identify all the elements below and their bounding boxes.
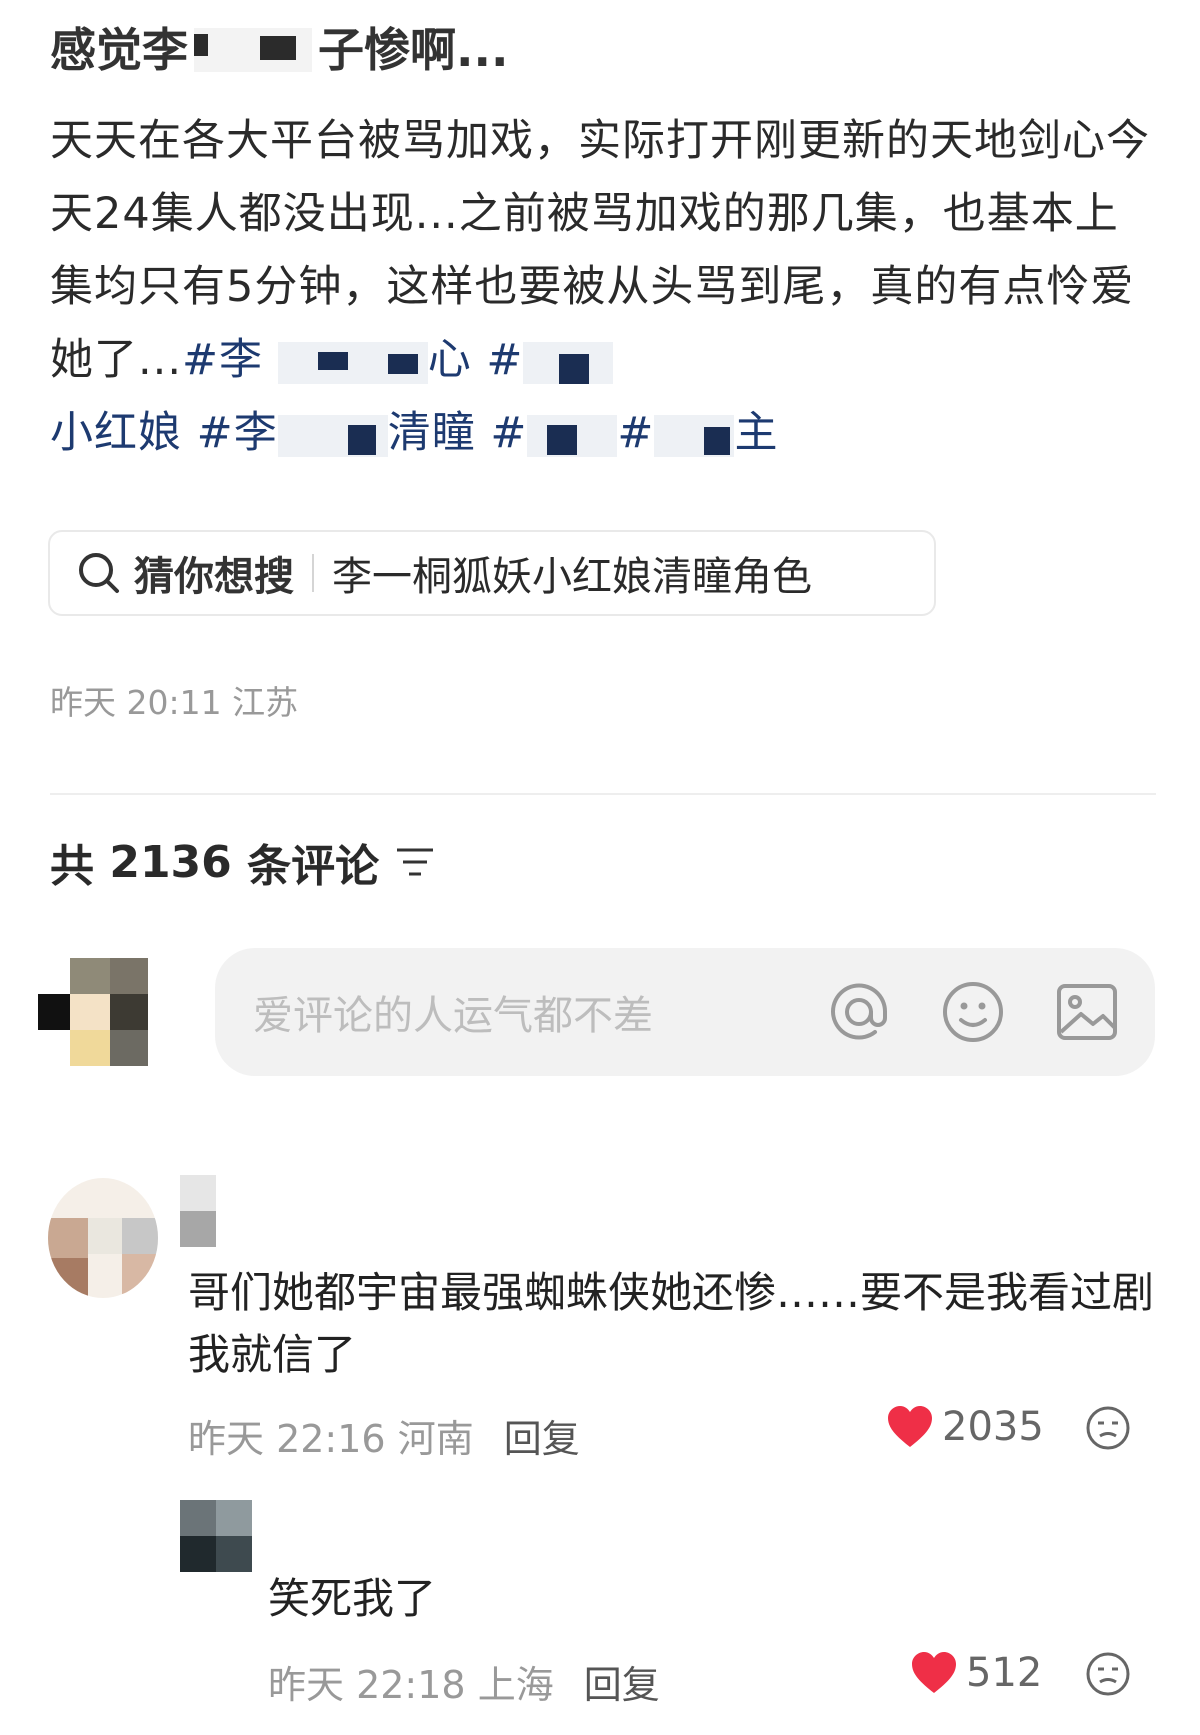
post-location: 江苏 [232, 683, 299, 722]
hashtag[interactable]: # [486, 335, 523, 385]
sort-icon[interactable] [395, 844, 435, 880]
search-divider [312, 554, 314, 592]
hashtag[interactable]: # [490, 408, 527, 458]
hashtag[interactable]: 心 [428, 335, 472, 385]
comment-text: 哥们她都宇宙最强蜘蛛侠她还惨……要不是我看过剧我就信了 [188, 1268, 1155, 1379]
hashtag[interactable]: #李 [197, 408, 278, 458]
reply-avatar[interactable] [180, 1500, 252, 1572]
post-title-left: 感觉李 [50, 23, 188, 77]
comment-avatar[interactable] [48, 1178, 158, 1298]
search-icon [79, 553, 119, 593]
reply-text: 笑死我了 [268, 1574, 437, 1623]
like-count: 2035 [942, 1404, 1044, 1450]
post-time: 昨天 20:11 [50, 683, 222, 722]
post-title: 感觉李 子惨啊... [50, 14, 508, 86]
comment-location: 河南 [397, 1417, 474, 1461]
comment-time: 昨天 22:16 [188, 1417, 386, 1461]
comments-header: 共 2136 条评论 [50, 830, 435, 894]
at-icon[interactable] [825, 978, 893, 1046]
reply-location: 上海 [477, 1663, 554, 1707]
post-body: 天天在各大平台被骂加戏，实际打开刚更新的天地剑心今天24集人都没出现...之前被… [50, 105, 1160, 470]
like-button[interactable]: 2035 [886, 1404, 1044, 1450]
reply-button[interactable]: 回复 [584, 1654, 660, 1709]
comment-input[interactable]: 爱评论的人运气都不差 [215, 948, 1155, 1076]
redacted-block [194, 28, 312, 72]
redacted-block [523, 341, 614, 384]
emoji-icon[interactable] [939, 978, 1007, 1046]
comments-suffix: 条评论 [247, 841, 380, 892]
post-title-right: 子惨啊... [318, 23, 509, 77]
redacted-block [527, 414, 618, 457]
search-prefix: 猜你想搜 [134, 554, 294, 600]
image-icon[interactable] [1053, 978, 1121, 1046]
comment-meta: 昨天 22:16 河南 回复 [188, 1408, 580, 1463]
hashtag[interactable]: 主 [734, 408, 778, 458]
hashtag[interactable]: # [617, 408, 654, 458]
redacted-block [277, 341, 428, 384]
comments-count: 2136 [109, 836, 232, 888]
divider [50, 793, 1156, 795]
heart-icon [912, 1652, 956, 1693]
hashtag[interactable]: 清瞳 [388, 408, 476, 458]
comment-input-placeholder[interactable]: 爱评论的人运气都不差 [253, 983, 825, 1041]
reply-button[interactable]: 回复 [504, 1408, 580, 1463]
avatar[interactable] [38, 958, 148, 1068]
redacted-username [180, 1175, 216, 1247]
redacted-block [277, 414, 388, 457]
dislike-icon[interactable] [1084, 1404, 1132, 1456]
dislike-icon[interactable] [1084, 1650, 1132, 1702]
reply-meta: 昨天 22:18 上海 回复 [268, 1654, 660, 1709]
heart-icon [888, 1406, 932, 1447]
search-suggestion-text[interactable]: 李一桐狐妖小红娘清瞳角色 [332, 544, 812, 602]
post-meta: 昨天 20:11 江苏 [50, 676, 298, 724]
like-button[interactable]: 512 [910, 1650, 1042, 1696]
redacted-block [654, 414, 735, 457]
search-suggestion[interactable]: 猜你想搜 李一桐狐妖小红娘清瞳角色 [48, 530, 936, 616]
reply-time: 昨天 22:18 [268, 1663, 466, 1707]
comments-prefix: 共 [50, 841, 94, 892]
hashtag[interactable]: #李 [182, 335, 263, 385]
hashtag[interactable]: 小红娘 [50, 408, 182, 458]
like-count: 512 [966, 1650, 1043, 1696]
